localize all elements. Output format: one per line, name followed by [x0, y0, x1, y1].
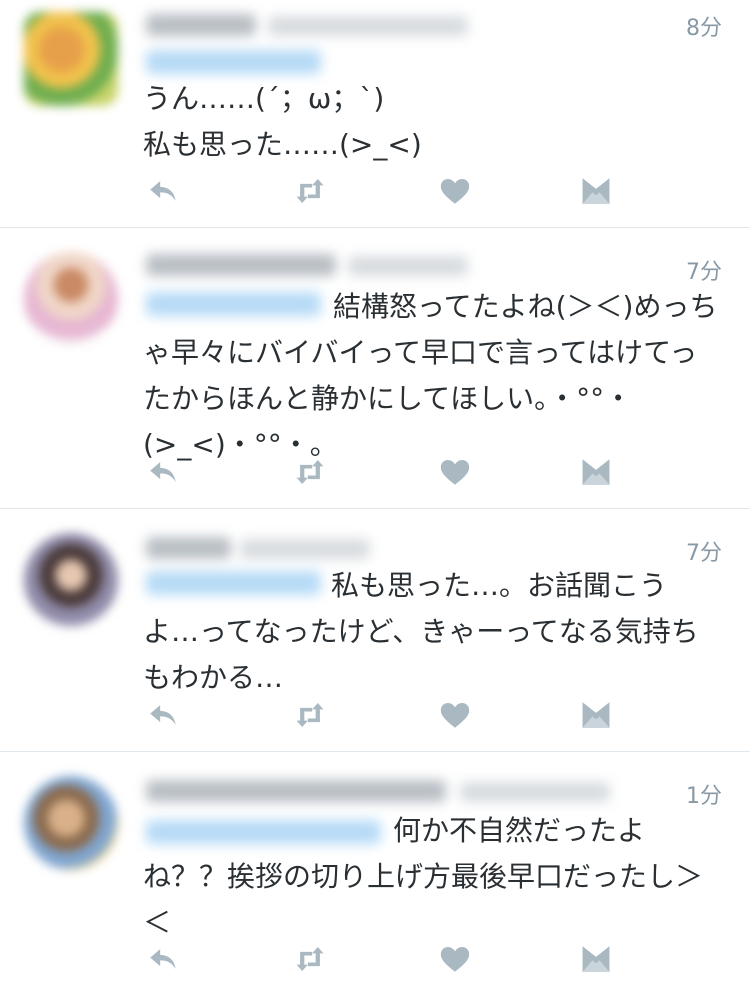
reply-mention-blurred[interactable] [146, 50, 321, 74]
tweet-actions [143, 939, 623, 979]
tweet-actions [143, 171, 623, 211]
retweet-icon[interactable] [290, 171, 330, 211]
heart-icon[interactable] [435, 939, 475, 979]
user-name-blurred[interactable] [146, 254, 336, 276]
tweet-2[interactable]: 7分 結構怒ってたよね(＞＜)めっちゃ早々にバイバイって早口で言ってはけてったか… [0, 228, 750, 508]
avatar[interactable] [24, 12, 118, 106]
avatar[interactable] [24, 252, 118, 346]
heart-icon[interactable] [435, 452, 475, 492]
retweet-icon[interactable] [290, 695, 330, 735]
tweet-3[interactable]: 7分 私も思った…。お話聞こうよ…ってなったけど、きゃーってなる気持ちもわかる… [0, 509, 750, 751]
user-name-blurred[interactable] [146, 14, 256, 36]
avatar[interactable] [24, 776, 118, 870]
reply-icon[interactable] [143, 939, 183, 979]
reply-icon[interactable] [143, 452, 183, 492]
tweet-text: 私も思った…。お話聞こうよ…ってなったけど、きゃーってなる気持ちもわかる… [143, 569, 699, 694]
retweet-icon[interactable] [290, 452, 330, 492]
tweet-actions [143, 695, 623, 735]
user-handle-blurred [460, 782, 610, 802]
reply-icon[interactable] [143, 171, 183, 211]
reply-icon[interactable] [143, 695, 183, 735]
tweet-actions [143, 452, 623, 492]
retweet-icon[interactable] [290, 939, 330, 979]
user-name-blurred[interactable] [146, 537, 231, 559]
user-handle-blurred [268, 16, 468, 36]
tweet-4[interactable]: 1分 何か不自然だったよね？？挨拶の切り上げ方最後早口だったし＞＜ [0, 752, 750, 985]
user-name-blurred[interactable] [146, 780, 446, 802]
avatar[interactable] [24, 533, 118, 627]
tweet-1[interactable]: 8分 うん……(´；ω；`) 私も思った……(>_<) [0, 0, 750, 227]
user-handle-blurred [348, 256, 468, 276]
heart-icon[interactable] [435, 171, 475, 211]
tweet-text: 結構怒ってたよね(＞＜)めっちゃ早々にバイバイって早口で言ってはけてったからほん… [143, 290, 718, 461]
timestamp: 1分 [686, 784, 722, 809]
envelope-icon[interactable] [576, 171, 616, 211]
envelope-icon[interactable] [576, 939, 616, 979]
timestamp: 7分 [686, 260, 722, 285]
envelope-icon[interactable] [576, 452, 616, 492]
user-handle-blurred [240, 539, 370, 559]
tweet-text: 何か不自然だったよね？？挨拶の切り上げ方最後早口だったし＞＜ [143, 814, 704, 939]
heart-icon[interactable] [435, 695, 475, 735]
timestamp: 8分 [686, 16, 722, 41]
envelope-icon[interactable] [576, 695, 616, 735]
tweet-text: うん……(´；ω；`) 私も思った……(>_<) [143, 82, 422, 161]
